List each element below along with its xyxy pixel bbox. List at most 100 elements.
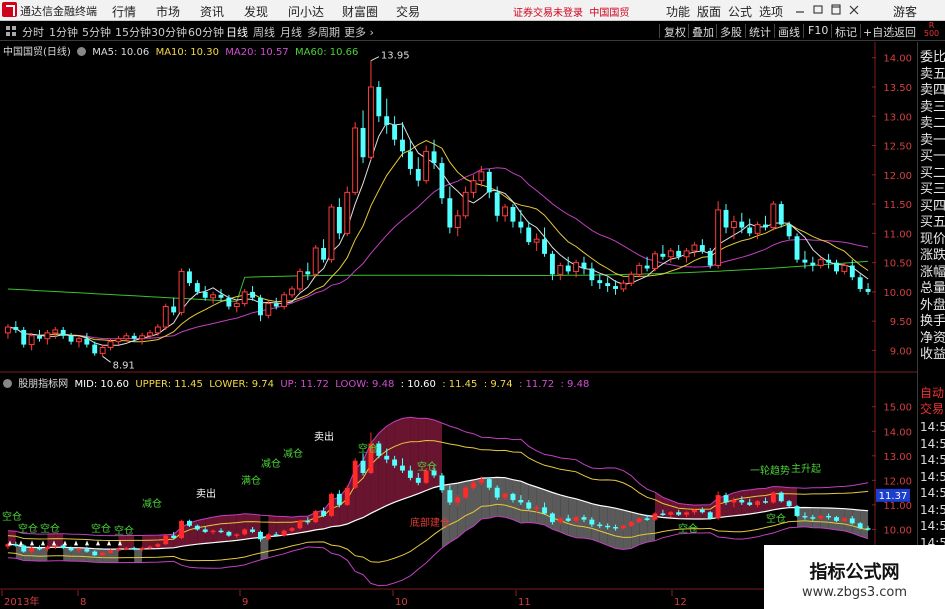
period-more[interactable]: 更多 ›: [344, 24, 374, 40]
kline-chart[interactable]: 13.95 8.91 14.00 13.50 13.00 12.50 12.00 11.50…: [0, 42, 917, 609]
candle-body: [273, 303, 279, 307]
period-30min[interactable]: 30分钟: [151, 24, 187, 40]
band-fill-segment: [560, 494, 569, 536]
candle-body: [281, 294, 288, 308]
indicator-candle-body: [770, 492, 776, 503]
collapse-icon[interactable]: [77, 47, 86, 56]
indicator-candle-body: [707, 512, 713, 519]
btn-biaoji[interactable]: 标记: [835, 24, 857, 40]
ma10-value: MA10: 10.30: [155, 47, 219, 58]
user-label[interactable]: 游客: [893, 3, 917, 20]
btn-f10[interactable]: F10: [808, 24, 828, 37]
btn-tongji[interactable]: 统计: [749, 24, 771, 40]
candle-body: [241, 291, 248, 305]
current-price-marker-label: 11.37: [879, 491, 908, 502]
watermark-title: 指标公式网: [809, 562, 900, 583]
menu-xuanxiang[interactable]: 选项: [759, 3, 783, 20]
indicator-collapse-icon[interactable]: [3, 379, 12, 388]
candle-body: [826, 259, 832, 263]
period-monthly[interactable]: 月线: [280, 24, 302, 40]
restore-icon[interactable]: [812, 2, 824, 17]
period-multi[interactable]: 多周期: [307, 24, 340, 40]
indicator-candle-body: [849, 518, 855, 524]
candle-body: [770, 203, 777, 228]
indicator-header: 股朋指标网 MID: 10.60 UPPER: 11.45 LOWER: 9.7…: [3, 375, 589, 390]
indicator-candle-body: [494, 487, 500, 498]
indicator-candle-body: [486, 479, 492, 488]
indicator-candle-body: [108, 550, 113, 553]
indicator-candle-body: [352, 460, 358, 488]
indicator-candle-body: [44, 546, 50, 550]
period-weekly[interactable]: 周线: [253, 24, 275, 40]
trade-time: 14:56: [920, 453, 945, 467]
price-axis-label: 12.00: [883, 171, 912, 182]
signal-label: 满仓: [241, 474, 261, 487]
grid-icon[interactable]: [6, 26, 16, 36]
band-fill-segment: [615, 508, 624, 550]
period-5min[interactable]: 5分钟: [82, 24, 111, 40]
close-icon[interactable]: [848, 2, 860, 17]
indicator-candle-body: [565, 518, 571, 521]
quote-side-panel: 委比 卖五 卖四 卖三 卖二 卖一 买一 买二 买三 买四 买五 现价 涨跌 涨幅 总量 外盘 换手 净资 收益 自动…: [917, 42, 945, 609]
band-fill-segment: [260, 536, 269, 560]
candle-body: [518, 221, 524, 228]
band-fill-segment: [536, 486, 545, 525]
trade-item-label[interactable]: 自动: [920, 384, 944, 401]
period-15min[interactable]: 15分钟: [115, 24, 151, 40]
minimize-icon[interactable]: [794, 2, 806, 17]
indicator-candle-body: [407, 470, 413, 478]
indicator-candle-body: [84, 549, 90, 552]
menu-wenxiaoda[interactable]: 问小达: [288, 3, 324, 20]
menu-jiaoyi[interactable]: 交易: [396, 3, 420, 20]
maximize-icon[interactable]: [830, 2, 842, 17]
candle-body: [691, 244, 698, 252]
period-fenshi[interactable]: 分时: [22, 24, 44, 40]
indicator-candle-body: [131, 547, 137, 550]
menu-hangqing[interactable]: 行情: [112, 3, 136, 20]
candle-body: [470, 180, 477, 193]
indicator-candle-body: [613, 527, 618, 529]
indicator-candle-body: [60, 545, 66, 548]
indicator-candle-body: [542, 507, 547, 514]
trade-time: 14:56: [920, 469, 945, 484]
menu-banmian[interactable]: 版面: [697, 3, 721, 20]
period-1min[interactable]: 1分钟: [49, 24, 78, 40]
menu-caifuquan[interactable]: 财富圈: [342, 3, 378, 20]
menu-zixun[interactable]: 资讯: [200, 3, 224, 20]
indicator-axis-label: 12.00: [883, 476, 912, 487]
price-axis-label: 13.50: [883, 83, 912, 94]
trade-item-label[interactable]: 交易: [920, 400, 944, 417]
candle-body: [817, 259, 824, 267]
band-fill-segment: [134, 548, 143, 563]
indicator-candle-body: [747, 502, 753, 505]
candle-body: [502, 206, 509, 217]
time-label: 12: [674, 597, 687, 608]
period-daily[interactable]: 日线: [226, 24, 248, 40]
btn-diejia[interactable]: 叠加: [692, 24, 714, 40]
candle-body: [494, 192, 500, 216]
up-value: UP: 11.72: [280, 379, 329, 390]
indicator-candle-body: [684, 512, 690, 515]
menu-gongneng[interactable]: 功能: [666, 3, 690, 20]
moving-average-lines: [7, 122, 869, 346]
btn-duogu[interactable]: 多股: [720, 24, 742, 40]
login-notice[interactable]: 证券交易未登录 中国国贸: [513, 4, 629, 19]
indicator-axis-label: 11.00: [883, 501, 912, 512]
btn-add-favorite[interactable]: +自选: [863, 24, 894, 40]
indicator-candle-body: [841, 518, 847, 521]
period-60min[interactable]: 60分钟: [188, 24, 224, 40]
btn-huaxian[interactable]: 画线: [778, 24, 800, 40]
btn-fuquan[interactable]: 复权: [664, 24, 686, 40]
menu-faxian[interactable]: 发现: [244, 3, 268, 20]
indicator-candle-body: [29, 547, 35, 552]
btn-back[interactable]: 返回: [894, 24, 916, 40]
menu-shichang[interactable]: 市场: [156, 3, 180, 20]
ma20-value: MA20: 10.57: [225, 47, 289, 58]
signal-label: 减仓: [261, 457, 281, 470]
candle-body: [305, 271, 311, 275]
indicator-candle-body: [163, 535, 169, 545]
indicator-candle-body: [415, 477, 421, 483]
indicator-candle-body: [478, 479, 484, 483]
menu-gongshi[interactable]: 公式: [728, 3, 752, 20]
candle-body: [4, 326, 11, 334]
